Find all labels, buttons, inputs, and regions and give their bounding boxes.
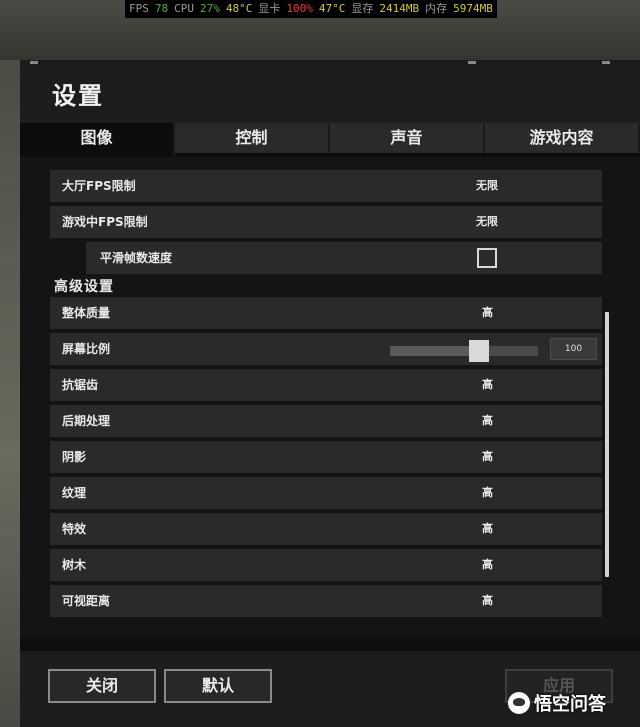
setting-value: 高 — [482, 594, 493, 607]
setting-label: 可视距离 — [62, 594, 111, 608]
ram-value: 5974MB — [453, 2, 493, 15]
performance-overlay: FPS 78 CPU 27% 48°C 显卡 100% 47°C 显存 2414… — [125, 0, 497, 18]
setting-value: 无限 — [476, 215, 498, 228]
setting-label: 后期处理 — [62, 414, 111, 428]
close-button[interactable]: 关闭 — [48, 669, 156, 703]
setting-label: 阴影 — [62, 450, 87, 464]
slider-fill — [390, 346, 479, 356]
setting-row-effects[interactable]: 特效 高 — [50, 513, 602, 546]
watermark-text: 悟空问答 — [534, 694, 606, 715]
setting-label: 整体质量 — [62, 306, 111, 320]
watermark: 悟空问答 — [508, 690, 606, 716]
setting-label: 游戏中FPS限制 — [62, 215, 148, 229]
screen-scale-value[interactable]: 100 — [550, 338, 597, 360]
setting-value: 高 — [482, 486, 493, 499]
strip-mark — [468, 61, 476, 64]
setting-row-smooth-framerate: 平滑帧数速度 — [86, 242, 602, 275]
setting-label: 平滑帧数速度 — [100, 251, 173, 265]
smooth-framerate-checkbox[interactable] — [477, 248, 497, 268]
vram-label: 显存 — [351, 2, 374, 15]
settings-dialog: 设置 图像 控制 声音 游戏内容 大厅FPS限制 无限 游戏中FPS限制 无限 … — [20, 66, 640, 727]
strip-mark — [30, 61, 38, 64]
cpu-usage: 27% — [200, 2, 220, 15]
settings-scrollbar[interactable] — [605, 312, 609, 577]
setting-label: 屏幕比例 — [62, 342, 111, 356]
setting-row-ingame-fps[interactable]: 游戏中FPS限制 无限 — [50, 206, 602, 239]
ram-label: 内存 — [425, 2, 448, 15]
dialog-divider — [20, 637, 640, 651]
cpu-temp: 48°C — [225, 2, 253, 15]
setting-label: 抗锯齿 — [62, 378, 99, 392]
setting-value: 高 — [482, 378, 493, 391]
setting-row-overall-quality[interactable]: 整体质量 高 — [50, 297, 602, 330]
setting-value: 高 — [482, 522, 493, 535]
gpu-usage: 100% — [286, 2, 313, 15]
setting-row-shadows[interactable]: 阴影 高 — [50, 441, 602, 474]
setting-row-antialiasing[interactable]: 抗锯齿 高 — [50, 369, 602, 402]
setting-value: 高 — [482, 450, 493, 463]
setting-row-lobby-fps[interactable]: 大厅FPS限制 无限 — [50, 170, 602, 203]
tab-controls[interactable]: 控制 — [175, 123, 330, 157]
vram-value: 2414MB — [379, 2, 420, 15]
advanced-settings-heading: 高级设置 — [54, 279, 114, 295]
setting-value: 高 — [482, 306, 493, 319]
fps-value: 78 — [154, 2, 169, 15]
dialog-title: 设置 — [52, 82, 104, 110]
tab-graphics[interactable]: 图像 — [20, 123, 175, 157]
strip-mark — [602, 61, 610, 64]
default-button[interactable]: 默认 — [164, 669, 272, 703]
wukong-logo-icon — [508, 692, 530, 714]
setting-label: 树木 — [62, 558, 87, 572]
setting-row-screen-scale: 屏幕比例 100 — [50, 333, 602, 366]
screen-scale-slider[interactable] — [390, 340, 538, 362]
settings-tabs: 图像 控制 声音 游戏内容 — [20, 123, 640, 157]
slider-thumb[interactable] — [468, 340, 489, 362]
setting-row-textures[interactable]: 纹理 高 — [50, 477, 602, 510]
gpu-label: 显卡 — [258, 2, 281, 15]
setting-label: 特效 — [62, 522, 87, 536]
settings-list: 大厅FPS限制 无限 游戏中FPS限制 无限 平滑帧数速度 高级设置 整体质量 … — [20, 157, 640, 637]
setting-row-foliage[interactable]: 树木 高 — [50, 549, 602, 582]
gpu-temp: 47°C — [318, 2, 346, 15]
setting-value: 高 — [482, 414, 493, 427]
game-background-left — [0, 60, 20, 727]
setting-row-view-distance[interactable]: 可视距离 高 — [50, 585, 602, 618]
tab-gameplay[interactable]: 游戏内容 — [485, 123, 640, 157]
setting-label: 纹理 — [62, 486, 87, 500]
setting-value: 高 — [482, 558, 493, 571]
setting-value: 无限 — [476, 179, 498, 192]
setting-row-post-processing[interactable]: 后期处理 高 — [50, 405, 602, 438]
cpu-label: CPU — [174, 2, 194, 15]
tab-audio[interactable]: 声音 — [330, 123, 485, 157]
fps-label: FPS — [129, 2, 149, 15]
setting-label: 大厅FPS限制 — [62, 179, 136, 193]
